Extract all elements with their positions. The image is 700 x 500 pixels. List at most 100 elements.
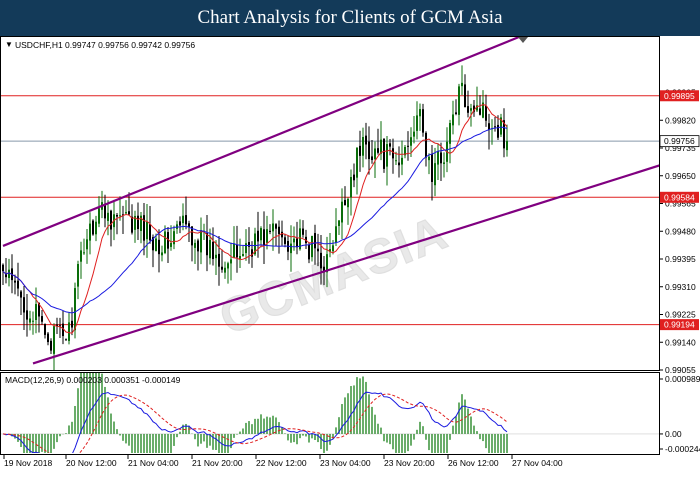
candle-body (401, 157, 403, 165)
candle-body (50, 340, 52, 351)
candle-body (200, 230, 202, 253)
candle-body (47, 333, 49, 343)
candle-body (149, 224, 151, 241)
candle-body (392, 148, 394, 159)
level-price-tag-label: 0.99584 (664, 192, 695, 202)
candle-body (419, 109, 421, 117)
candle-body (116, 214, 118, 217)
x-tick-label: 26 Nov 12:00 (448, 458, 499, 468)
candle-body (242, 254, 244, 257)
candle-body (374, 148, 376, 160)
macd-y-tick-label: -0.000244 (665, 444, 700, 454)
candle-body (380, 139, 382, 154)
candle-body (59, 325, 61, 327)
candle-body (416, 115, 418, 131)
candle-body (281, 231, 283, 238)
candle-body (110, 210, 112, 230)
macd-y-tick-label: 0.000989 (665, 374, 700, 384)
x-tick-label: 21 Nov 04:00 (128, 458, 179, 468)
candle-body (197, 240, 199, 252)
y-tick-label: 0.99225 (665, 310, 696, 320)
candle-body (422, 109, 424, 133)
candle-body (275, 224, 277, 229)
candle-body (146, 221, 148, 240)
candle-body (179, 221, 181, 226)
candle-body (125, 212, 127, 214)
candle-body (158, 239, 160, 255)
candle-body (23, 297, 25, 313)
candle-body (215, 254, 217, 259)
candle-body (173, 231, 175, 245)
candle-body (2, 264, 4, 272)
candle-body (263, 229, 265, 246)
candle-body (389, 143, 391, 147)
candle-body (137, 215, 139, 230)
candle-body (218, 253, 220, 267)
candle-body (365, 135, 367, 145)
candle-body (302, 228, 304, 235)
y-tick-label: 0.99650 (665, 171, 696, 181)
candle-body (131, 216, 133, 233)
candle-body (68, 322, 70, 341)
candle-body (161, 252, 163, 256)
level-price-tag-label: 0.99895 (664, 91, 695, 101)
candle-body (209, 239, 211, 259)
candle-body (155, 238, 157, 252)
candle-body (335, 226, 337, 243)
candle-body (311, 235, 313, 258)
y-tick-label: 0.99480 (665, 226, 696, 236)
x-tick-label: 20 Nov 12:00 (66, 458, 117, 468)
level-price-tag-label: 0.99194 (664, 320, 695, 330)
candle-body (464, 84, 466, 108)
candle-body (17, 280, 19, 289)
x-tick-label: 21 Nov 20:00 (192, 458, 243, 468)
candle-body (44, 323, 46, 335)
candle-body (185, 215, 187, 225)
candle-body (86, 239, 88, 250)
candle-body (227, 263, 229, 269)
candle-body (212, 241, 214, 260)
candle-body (233, 243, 235, 258)
candle-body (26, 310, 28, 320)
candle-body (239, 256, 241, 259)
candle-body (368, 141, 370, 160)
candle-body (188, 223, 190, 227)
candle-body (41, 316, 43, 322)
candle-body (293, 238, 295, 243)
candle-body (89, 223, 91, 241)
candle-body (494, 126, 496, 128)
candle-body (449, 123, 451, 144)
candle-body (356, 147, 358, 178)
candle-body (182, 215, 184, 224)
candle-body (260, 228, 262, 241)
candle-body (398, 162, 400, 166)
candle-body (20, 291, 22, 298)
candle-body (440, 152, 442, 164)
candle-body (206, 233, 208, 256)
candle-body (347, 198, 349, 208)
candle-body (431, 154, 433, 182)
candle-body (383, 138, 385, 169)
candle-body (77, 263, 79, 287)
candle-body (290, 243, 292, 254)
candle-body (455, 112, 457, 114)
candle-body (194, 242, 196, 248)
candle-body (428, 156, 430, 161)
chart-canvas: GCMASIA 0.999050.998200.997350.996500.99… (0, 36, 700, 468)
candle-body (230, 259, 232, 264)
candle-body (221, 266, 223, 270)
candle-body (359, 145, 361, 156)
candle-body (320, 252, 322, 269)
candle-body (164, 231, 166, 253)
candle-body (350, 177, 352, 198)
macd-y-tick-label: 0.00 (665, 429, 682, 439)
candle-body (467, 106, 469, 113)
current-price-tag-label: 0.99756 (664, 136, 695, 146)
candle-body (95, 221, 97, 235)
candle-body (80, 250, 82, 262)
candle-body (107, 212, 109, 221)
candle-body (341, 201, 343, 223)
candle-body (272, 223, 274, 232)
y-tick-label: 0.99140 (665, 337, 696, 347)
candle-body (338, 220, 340, 226)
